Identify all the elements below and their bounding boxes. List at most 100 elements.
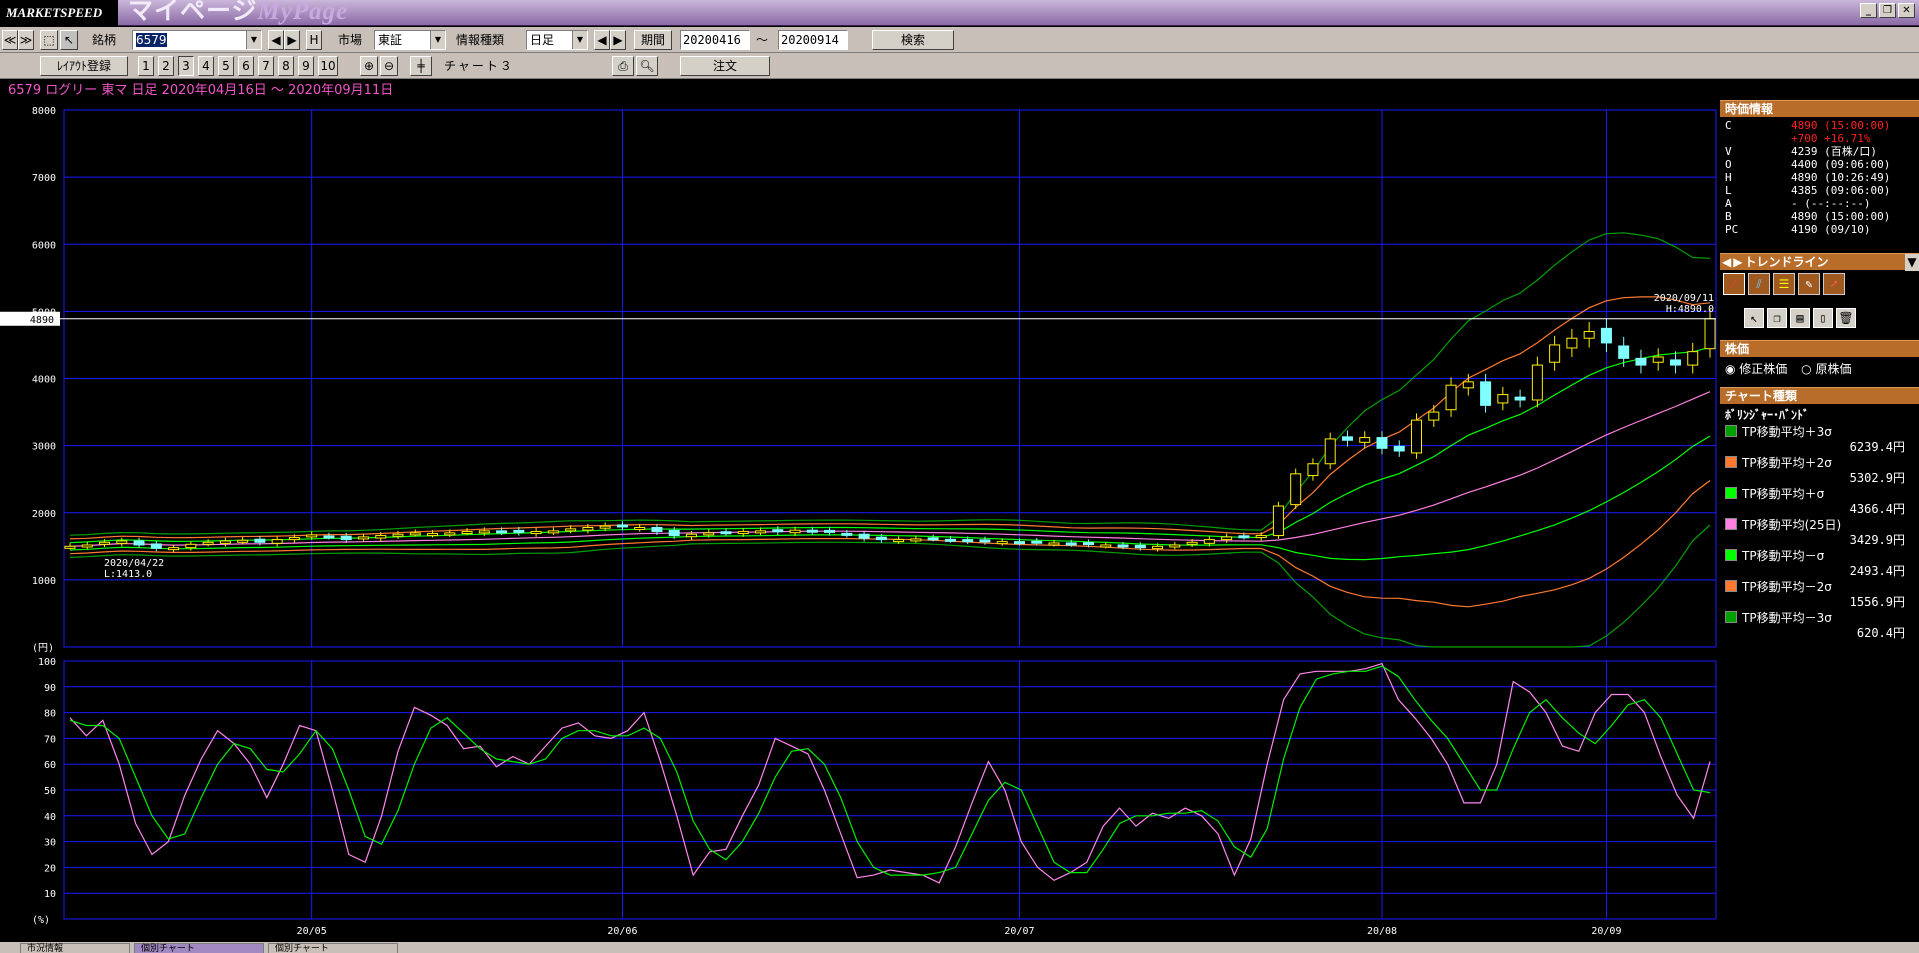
legend-swatch: [1725, 549, 1737, 561]
candle-body: [1203, 539, 1215, 544]
candle-body: [1669, 359, 1681, 366]
quote-key: [1725, 132, 1791, 145]
text-tool-icon[interactable]: ✎: [1798, 273, 1820, 295]
price-options: ◉ 修正株価 ○ 原株価: [1720, 357, 1919, 387]
tab-chart-1[interactable]: 個別チャート: [134, 943, 264, 953]
page-title-ghost: MyPage: [257, 0, 349, 25]
adjusted-price-radio[interactable]: ◉ 修正株価: [1725, 362, 1787, 376]
candle-body: [254, 538, 266, 543]
symbol-select[interactable]: 6579 ▼: [132, 30, 262, 50]
copy-icon[interactable]: ❐: [1767, 308, 1787, 328]
print-icon[interactable]: ⎙: [612, 56, 634, 76]
candle-body: [893, 539, 905, 543]
period-from-input[interactable]: 20200416: [680, 30, 750, 50]
candle-body: [944, 538, 956, 542]
order-button[interactable]: 注文: [680, 56, 770, 76]
info-next-button[interactable]: ▶: [610, 30, 626, 50]
candle-body: [1290, 473, 1302, 506]
legend-item[interactable]: TP移動平均(25日) 3429.9円: [1720, 515, 1919, 547]
cursor-tool-icon[interactable]: ↖: [60, 30, 78, 50]
line-tool-icon[interactable]: ⟋: [1723, 273, 1745, 295]
band-line: [69, 296, 1711, 540]
legend-swatch: [1725, 611, 1737, 623]
candle-body: [1704, 318, 1716, 350]
candle-body: [1117, 544, 1129, 548]
layout-number-2[interactable]: 2: [158, 56, 174, 76]
trendline-dropdown-icon[interactable]: ▼: [1905, 253, 1919, 271]
legend-item[interactable]: TP移動平均－σ 2493.4円: [1720, 546, 1919, 578]
tab-chart-2[interactable]: 個別チャート: [268, 943, 398, 953]
zoom-in-icon[interactable]: ⊕: [360, 56, 378, 76]
quote-row: +700 +16.71%: [1720, 132, 1919, 145]
candle-body: [599, 525, 611, 529]
raw-price-radio[interactable]: ○ 原株価: [1801, 362, 1851, 376]
zoom-out-icon[interactable]: ⊖: [380, 56, 398, 76]
candle-body: [1221, 536, 1233, 541]
close-button[interactable]: ✕: [1898, 3, 1915, 18]
candle-body: [1428, 411, 1440, 421]
nav-prev-button[interactable]: ≪: [2, 30, 18, 50]
info-prev-button[interactable]: ◀: [594, 30, 610, 50]
legend-item[interactable]: TP移動平均－2σ 1556.9円: [1720, 577, 1919, 609]
trendline-next-icon[interactable]: ▶: [1733, 254, 1742, 271]
chevron-down-icon: ▼: [572, 31, 587, 49]
layout-register-button[interactable]: ﾚｲｱｳﾄ登録: [40, 56, 128, 76]
oscillator-unit-label: (%): [32, 915, 50, 926]
trash-icon[interactable]: 🗑︎: [1836, 308, 1856, 328]
app-window: MARKETSPEED マイページMyPage _ ❐ ✕ ≪ ≫ ⬚ ↖ 銘柄…: [0, 0, 1919, 953]
chart-area[interactable]: 80007000600050004000300020001000(円)10090…: [0, 100, 1720, 940]
legend-item[interactable]: TP移動平均－3σ 620.4円: [1720, 608, 1919, 640]
market-label: 市場: [338, 33, 363, 47]
legend-item[interactable]: TP移動平均＋3σ 6239.4円: [1720, 422, 1919, 454]
layout-number-6[interactable]: 6: [238, 56, 254, 76]
candle-body: [1169, 544, 1181, 548]
layout-number-5[interactable]: 5: [218, 56, 234, 76]
candle-body: [651, 527, 663, 533]
tab-market-info[interactable]: 市況情報: [20, 943, 130, 953]
pointer-tool-icon[interactable]: ⬚: [40, 30, 58, 50]
candle-body: [1652, 356, 1664, 363]
candle-body: [444, 532, 456, 536]
minimize-button[interactable]: _: [1860, 3, 1877, 18]
fibonacci-tool-icon[interactable]: ☰: [1773, 273, 1795, 295]
candle-body: [513, 529, 525, 533]
info-type-select[interactable]: 日足 ▼: [526, 30, 588, 50]
symbol-prev-button[interactable]: ◀: [268, 30, 284, 50]
legend-label: TP移動平均(25日): [1742, 518, 1842, 532]
legend-item[interactable]: TP移動平均＋2σ 5302.9円: [1720, 453, 1919, 485]
high-value-annotation: H:4890.0: [1666, 304, 1714, 315]
h-button[interactable]: H: [306, 30, 322, 50]
layout-number-8[interactable]: 8: [278, 56, 294, 76]
period-button[interactable]: 期間: [634, 30, 672, 50]
chart-settings-icon[interactable]: ╪: [410, 56, 432, 76]
paste-icon[interactable]: ▤: [1790, 308, 1810, 328]
legend-item[interactable]: TP移動平均＋σ 4366.4円: [1720, 484, 1919, 516]
restore-button[interactable]: ❐: [1879, 3, 1896, 18]
search-button[interactable]: 検索: [872, 30, 954, 50]
fan-tool-icon[interactable]: ⫽: [1748, 273, 1770, 295]
layout-number-1[interactable]: 1: [138, 56, 154, 76]
layout-number-10[interactable]: 10: [318, 56, 338, 76]
delete-icon[interactable]: ▯: [1813, 308, 1833, 328]
candle-body: [99, 541, 111, 545]
symbol-next-button[interactable]: ▶: [284, 30, 300, 50]
period-to-input[interactable]: 20200914: [778, 30, 848, 50]
quote-row: A - (--:--:--): [1720, 197, 1919, 210]
quote-value: 4239 (百株/口): [1791, 145, 1877, 158]
arrow-tool-icon[interactable]: ➚: [1823, 273, 1845, 295]
layout-number-7[interactable]: 7: [258, 56, 274, 76]
nav-next-button[interactable]: ≫: [18, 30, 34, 50]
market-select[interactable]: 東証 ▼: [374, 30, 446, 50]
layout-number-4[interactable]: 4: [198, 56, 214, 76]
oscillator-tick-label: 10: [44, 889, 56, 900]
trendline-title: トレンドライン: [1744, 254, 1829, 269]
select-icon[interactable]: ↖: [1744, 308, 1764, 328]
candle-body: [133, 540, 145, 546]
preview-icon[interactable]: 🔍︎: [636, 56, 658, 76]
candle-body: [375, 535, 387, 539]
trendline-prev-icon[interactable]: ◀: [1722, 254, 1731, 271]
layout-number-3[interactable]: 3: [178, 56, 194, 76]
layout-number-9[interactable]: 9: [298, 56, 314, 76]
candle-body: [668, 529, 680, 537]
legend-value: 620.4円: [1856, 626, 1905, 640]
